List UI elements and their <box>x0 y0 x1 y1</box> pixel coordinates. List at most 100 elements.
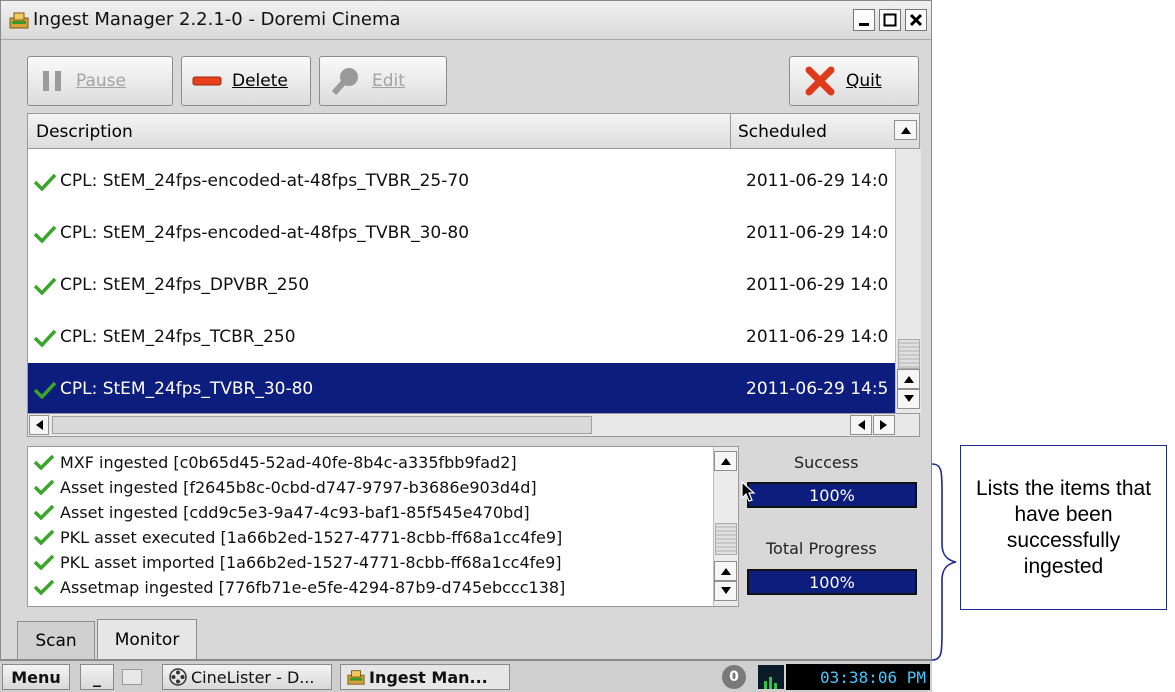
check-icon <box>34 381 56 399</box>
row-scheduled: 2011-06-29 14:5 <box>746 379 889 399</box>
callout-brace <box>931 463 957 661</box>
list-item[interactable]: CPL: StEM_24fps_TCBR_250 2011-06-29 14:0 <box>28 311 896 363</box>
scroll-up-button[interactable] <box>714 451 737 471</box>
list-horizontal-scrollbar[interactable] <box>27 413 920 437</box>
pause-icon <box>43 71 61 91</box>
log-line: PKL asset imported [1a66b2ed-1527-4771-8… <box>34 553 562 575</box>
log-text: PKL asset executed [1a66b2ed-1527-4771-8… <box>60 528 563 547</box>
taskbar-ingest-manager-label: Ingest Man... <box>369 667 488 687</box>
taskbar-cinelister[interactable]: CineLister - D... <box>162 664 332 690</box>
scroll-right-button[interactable] <box>873 415 895 435</box>
scroll-up-button[interactable] <box>894 120 917 140</box>
arrow-left-icon <box>858 420 865 430</box>
maximize-icon <box>883 13 897 27</box>
log-line: PKL asset executed [1a66b2ed-1527-4771-8… <box>34 528 562 550</box>
tab-scan[interactable]: Scan <box>17 621 95 659</box>
success-label: Success <box>794 453 859 472</box>
scroll-thumb[interactable] <box>715 523 737 555</box>
title-bar[interactable]: Ingest Manager 2.2.1-0 - Doremi Cinema <box>1 1 931 40</box>
list-vertical-scrollbar[interactable] <box>895 149 921 413</box>
network-graph-icon <box>758 665 784 689</box>
check-icon <box>34 454 54 470</box>
column-description[interactable]: Description <box>36 122 133 142</box>
minimize-all-button[interactable]: _ <box>80 664 114 690</box>
row-description: CPL: StEM_24fps_DPVBR_250 <box>60 275 310 295</box>
row-description: CPL: StEM_24fps_TCBR_250 <box>60 327 296 347</box>
check-icon <box>34 504 54 520</box>
taskbar: Menu _ CineLister - D... Ingest Man... 0… <box>0 660 932 692</box>
tab-monitor[interactable]: Monitor <box>97 619 197 659</box>
maximize-button[interactable] <box>879 9 901 31</box>
row-description: CPL: StEM_24fps-encoded-at-48fps_TVBR_25… <box>60 171 470 191</box>
notification-badge[interactable]: 0 <box>722 665 746 689</box>
quit-icon <box>805 66 835 96</box>
taskbar-ingest-manager[interactable]: Ingest Man... <box>340 664 510 690</box>
app-icon <box>9 12 29 29</box>
list-item-selected[interactable]: CPL: StEM_24fps_TVBR_30-80 2011-06-29 14… <box>28 363 896 413</box>
log-line: MXF ingested [c0b65d45-52ad-40fe-8b4c-a3… <box>34 453 517 475</box>
arrow-up-icon <box>903 376 914 383</box>
log-text: PKL asset imported [1a66b2ed-1527-4771-8… <box>60 553 562 572</box>
delete-button[interactable]: Delete <box>181 56 311 106</box>
row-scheduled: 2011-06-29 14:0 <box>746 223 889 243</box>
keyboard-icon[interactable] <box>122 669 142 685</box>
close-button[interactable] <box>905 9 927 31</box>
log-scrollbar[interactable] <box>713 447 738 606</box>
log-line: Assetmap ingested [776fb71e-e5fe-4294-87… <box>34 578 565 600</box>
arrow-down-icon <box>720 587 731 594</box>
row-description: CPL: StEM_24fps_TVBR_30-80 <box>60 379 314 399</box>
scroll-up-button[interactable] <box>714 561 737 581</box>
arrow-down-icon <box>903 395 914 402</box>
close-icon <box>909 13 923 27</box>
pause-label: Pause <box>76 71 126 91</box>
taskbar-cinelister-label: CineLister - D... <box>191 667 315 687</box>
log-text: MXF ingested [c0b65d45-52ad-40fe-8b4c-a3… <box>60 453 517 472</box>
app-icon <box>347 670 365 685</box>
check-icon <box>34 173 56 191</box>
scroll-left-button[interactable] <box>29 415 49 435</box>
list-header: Description Scheduled <box>27 113 920 149</box>
scroll-left-button[interactable] <box>850 415 872 435</box>
mouse-cursor-icon <box>741 481 756 502</box>
delete-icon <box>192 76 222 86</box>
scroll-up-button[interactable] <box>897 369 920 389</box>
row-scheduled: 2011-06-29 14:0 <box>746 275 889 295</box>
check-icon <box>34 529 54 545</box>
edit-button[interactable]: Edit <box>319 56 447 106</box>
menu-button[interactable]: Menu <box>2 664 70 690</box>
pause-button[interactable]: Pause <box>27 56 173 106</box>
scroll-down-button[interactable] <box>714 581 737 601</box>
log-line: Asset ingested [cdd9c5e3-9a47-4c93-baf1-… <box>34 503 530 525</box>
minimize-button[interactable] <box>853 9 875 31</box>
delete-label: Delete <box>232 71 288 91</box>
row-scheduled: 2011-06-29 14:0 <box>746 327 889 347</box>
arrow-right-icon <box>880 420 887 430</box>
edit-icon <box>331 68 358 96</box>
log-text: Asset ingested [cdd9c5e3-9a47-4c93-baf1-… <box>60 503 530 522</box>
list-item[interactable]: CPL: StEM_24fps_DPVBR_250 2011-06-29 14:… <box>28 259 896 311</box>
column-separator <box>730 114 731 148</box>
total-progress-label: Total Progress <box>766 539 877 558</box>
check-icon <box>34 277 56 295</box>
row-description: CPL: StEM_24fps-encoded-at-48fps_TVBR_30… <box>60 223 470 243</box>
total-progress-bar: 100% <box>747 569 917 595</box>
arrow-up-icon <box>720 458 731 465</box>
check-icon <box>34 479 54 495</box>
toolbar: Pause Delete Edit Quit <box>1 39 931 113</box>
list-item[interactable]: CPL: StEM_24fps-encoded-at-48fps_TVBR_30… <box>28 207 896 259</box>
scroll-thumb[interactable] <box>898 339 920 369</box>
check-icon <box>34 554 54 570</box>
clock: 03:38:06 PM <box>786 664 930 690</box>
quit-label: Quit <box>846 71 882 91</box>
check-icon <box>34 329 56 347</box>
quit-button[interactable]: Quit <box>789 56 919 106</box>
edit-label: Edit <box>372 71 405 91</box>
scroll-thumb[interactable] <box>52 416 592 434</box>
ingest-manager-window: Ingest Manager 2.2.1-0 - Doremi Cinema P… <box>0 0 932 660</box>
row-scheduled: 2011-06-29 14:0 <box>746 171 889 191</box>
annotation-callout: Lists the items that have been successfu… <box>960 445 1167 610</box>
column-scheduled[interactable]: Scheduled <box>738 122 827 142</box>
list-item[interactable]: CPL: StEM_24fps-encoded-at-48fps_TVBR_25… <box>28 155 896 207</box>
log-text: Asset ingested [f2645b8c-0cbd-d747-9797-… <box>60 478 537 497</box>
scroll-down-button[interactable] <box>897 389 920 409</box>
